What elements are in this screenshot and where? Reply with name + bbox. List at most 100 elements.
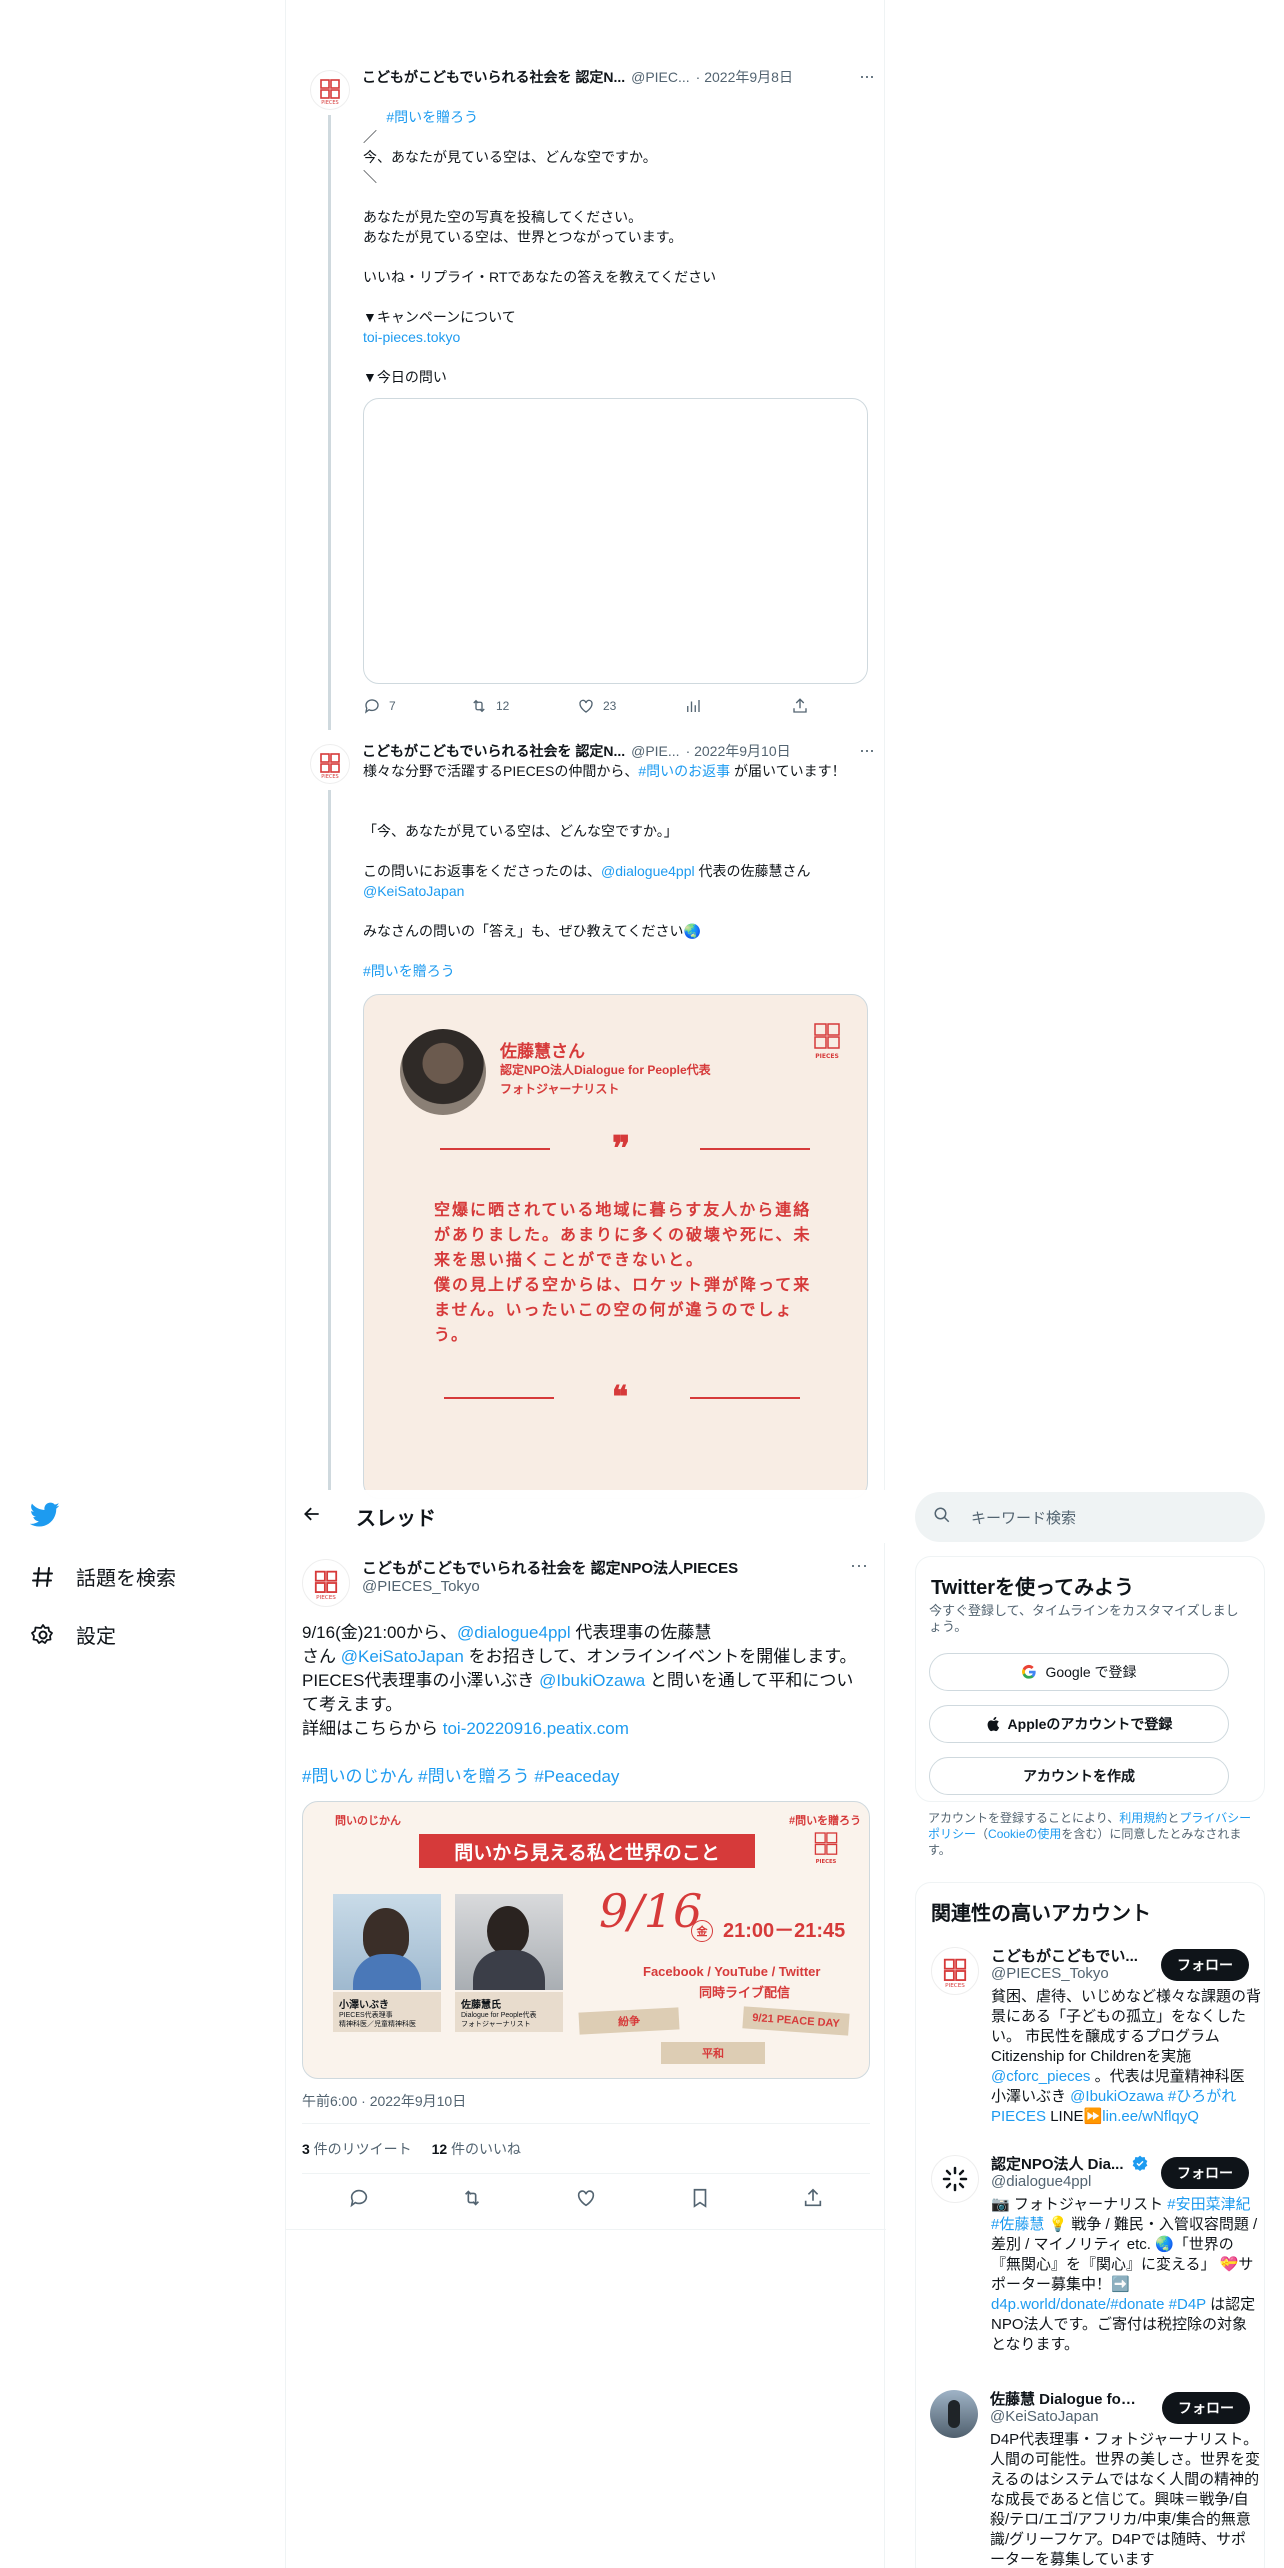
heart-icon[interactable] — [575, 2187, 597, 2209]
pieces-logo-icon: PIECES — [810, 1021, 844, 1066]
svg-text:PIECES: PIECES — [316, 1595, 336, 1600]
tweet-text-3: この問いにお返事をくださったのは、@dialogue4ppl 代表の佐藤慧さん — [363, 861, 868, 881]
quote-card-image[interactable]: 佐藤慧さん 認定NPO法人Dialogue for People代表 フォトジャ… — [363, 994, 868, 1499]
account-handle[interactable]: @PIECES_Tokyo — [991, 1965, 1109, 1982]
reply-icon[interactable] — [348, 2187, 370, 2209]
mention-link[interactable]: @KeiSatoJapan — [363, 883, 464, 899]
author-handle[interactable]: @PIEC... — [631, 69, 690, 85]
author-name[interactable]: こどもがこどもでいられる社会を 認定N... — [362, 741, 625, 761]
nav-settings[interactable]: 設定 — [30, 1620, 116, 1649]
analytics-icon — [687, 700, 700, 712]
retweet-count[interactable]: 3 — [302, 2141, 310, 2157]
text-part: さん — [302, 1647, 341, 1666]
author-handle[interactable]: @PIECES_Tokyo — [362, 1578, 480, 1595]
campaign-url[interactable]: toi-pieces.tokyo — [363, 329, 460, 345]
like-button[interactable]: 23 — [577, 697, 684, 715]
account-name[interactable]: 認定NPO法人 Dia... — [991, 2153, 1131, 2174]
tweet-date[interactable]: · 2022年9月10日 — [686, 741, 791, 761]
dialogue4ppl-avatar[interactable] — [931, 2155, 979, 2203]
campaign-link: toi-pieces.tokyo — [363, 327, 868, 347]
retweet-icon — [473, 699, 485, 713]
flyer-tag-2: 9/21 PEACE DAY — [742, 2006, 850, 2036]
card-role: フォトジャーナリスト — [500, 1082, 620, 1096]
pieces-avatar[interactable]: PIECES — [310, 70, 350, 110]
mention-link[interactable]: d4p.world/donate/#donate #D4P — [991, 2296, 1206, 2313]
nav-explore[interactable]: 話題を検索 — [30, 1562, 176, 1591]
follow-button[interactable]: フォロー — [1161, 1949, 1249, 1981]
like-label[interactable]: 件のいいね — [447, 2141, 521, 2157]
hashtag-link[interactable]: #問いを贈ろう — [363, 963, 455, 979]
search-box[interactable]: キーワード検索 — [915, 1492, 1265, 1542]
text-part: 9/16(金)21:00から、 — [302, 1623, 457, 1642]
reply-icon — [364, 699, 379, 714]
mention-link[interactable]: @dialogue4ppl — [601, 863, 695, 879]
terms-link[interactable]: 利用規約 — [1119, 1811, 1167, 1825]
signup-subtitle: 今すぐ登録して、タイムラインをカスタマイズしましょう。 — [929, 1603, 1239, 1634]
share-icon[interactable] — [802, 2187, 824, 2209]
follow-button[interactable]: フォロー — [1162, 2392, 1250, 2424]
tweet-date[interactable]: · 2022年9月8日 — [696, 67, 793, 87]
speaker-photo-2 — [455, 1894, 563, 1990]
more-icon[interactable]: ··· — [859, 66, 875, 87]
apple-icon — [987, 1716, 999, 1732]
back-arrow-icon[interactable] — [302, 1504, 326, 1530]
account-handle[interactable]: @dialogue4ppl — [991, 2173, 1091, 2190]
reply-button[interactable]: 7 — [363, 697, 470, 715]
text-part: 代表理事の佐藤慧 — [570, 1623, 712, 1642]
retweet-label[interactable]: 件のリツイート — [310, 2141, 412, 2157]
verified-badge-icon — [1132, 2155, 1148, 2176]
text-part: と — [1167, 1811, 1180, 1825]
search-icon — [933, 1506, 951, 1528]
mention-link[interactable]: @dialogue4ppl — [457, 1623, 571, 1642]
pieces-avatar[interactable]: PIECES — [302, 1559, 350, 1607]
pieces-avatar[interactable]: PIECES — [310, 744, 350, 784]
tweet-media[interactable] — [363, 398, 868, 684]
author-name[interactable]: こどもがこどもでいられる社会を 認定N... — [362, 67, 625, 87]
account-bio: 📷 フォトジャーナリスト #安田菜津紀 #佐藤慧 💡 戦争 / 難民・入管収容問… — [991, 2195, 1261, 2355]
google-signup-button[interactable]: Google で登録 — [929, 1653, 1229, 1691]
text-part: 詳細はこちらから — [302, 1719, 443, 1738]
mention-link[interactable]: @cforc_pieces — [991, 2068, 1090, 2085]
reply-count: 7 — [389, 699, 396, 713]
main-tweet-line-4: て考えます。 — [302, 1695, 403, 1714]
tweet-text-2: 「今、あなたが見ている空は、どんな空ですか。」 — [363, 823, 678, 839]
author-name[interactable]: こどもがこどもでいられる社会を 認定NPO法人PIECES — [362, 1557, 738, 1578]
account-name[interactable]: こどもがこどもでい... — [991, 1945, 1141, 1966]
pieces-avatar[interactable]: PIECES — [931, 1947, 979, 1995]
follow-button[interactable]: フォロー — [1161, 2157, 1249, 2189]
event-link[interactable]: toi-20220916.peatix.com — [443, 1719, 629, 1738]
text-part: をお招きして、オンラインイベントを開催します。 — [463, 1647, 857, 1666]
twitter-logo-icon[interactable] — [29, 1502, 60, 1528]
text-part: 様々な分野で活躍するPIECESの仲間から、 — [363, 763, 639, 779]
bio-link[interactable]: lin.ee/wNflqyQ — [1102, 2108, 1199, 2125]
main-tweet-hashtags[interactable]: #問いのじかん #問いを贈ろう #Peaceday — [302, 1765, 872, 1789]
create-account-button[interactable]: アカウントを作成 — [929, 1757, 1229, 1795]
engagement-stats: 3 件のリツイート 12 件のいいね — [302, 2139, 521, 2159]
cookie-link[interactable]: Cookieの使用 — [988, 1827, 1061, 1841]
like-count: 23 — [603, 699, 617, 713]
keisato-avatar[interactable] — [930, 2390, 978, 2438]
author-handle[interactable]: @PIE... — [631, 743, 679, 759]
heart-icon — [579, 699, 593, 713]
divider — [302, 2173, 870, 2174]
flyer-tag-3: 平和 — [661, 2042, 765, 2064]
main-tweet-line-2: さん @KeiSatoJapan をお招きして、オンラインイベントを開催します。 — [302, 1645, 872, 1669]
more-icon[interactable]: ··· — [850, 1555, 868, 1576]
like-count[interactable]: 12 — [432, 2141, 448, 2157]
account-handle[interactable]: @KeiSatoJapan — [990, 2408, 1099, 2425]
hashtag-link[interactable]: #問いのお返事 — [638, 763, 730, 779]
account-name[interactable]: 佐藤慧 Dialogue for ... — [990, 2388, 1140, 2409]
share-button[interactable] — [791, 697, 898, 715]
thread-header: スレッド — [286, 1490, 886, 1543]
analytics-button[interactable] — [684, 697, 791, 715]
more-icon[interactable]: ··· — [859, 740, 875, 761]
mention-link[interactable]: @KeiSatoJapan — [341, 1647, 464, 1666]
apple-signup-button[interactable]: Appleのアカウントで登録 — [929, 1705, 1229, 1743]
event-flyer-image[interactable]: 問いのじかん #問いを贈ろう PIECES 問いから見える私と世界のこと 小澤い… — [302, 1801, 870, 2079]
hashtag-link[interactable]: #問いを贈ろう — [386, 109, 478, 125]
bookmark-icon[interactable] — [689, 2187, 711, 2209]
mention-link[interactable]: @IbukiOzawa — [539, 1671, 645, 1690]
tweet-timestamp[interactable]: 午前6:00 · 2022年9月10日 — [302, 2091, 466, 2111]
retweet-button[interactable]: 12 — [470, 697, 577, 715]
retweet-icon[interactable] — [461, 2187, 483, 2209]
